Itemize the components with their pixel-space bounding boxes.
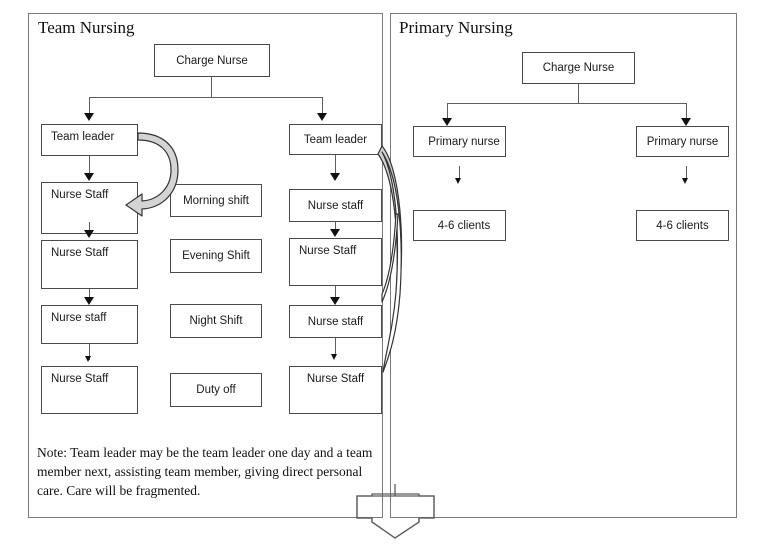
down-arrow-icon	[442, 118, 452, 126]
down-arrow-icon	[84, 173, 94, 181]
box-label: Charge Nurse	[542, 62, 615, 74]
note-text: Note: Team leader may be the team leader…	[37, 445, 373, 499]
box-label: Nurse Staff	[306, 373, 365, 385]
box-shift-evening: Evening Shift	[170, 239, 262, 273]
panel-primary-nursing	[390, 13, 737, 518]
connector-primary-right	[685, 103, 687, 119]
box-label: 4-6 clients	[656, 219, 709, 232]
box-nurse-staff-left-2: Nurse Staff	[41, 240, 138, 289]
connector-charge-stem	[211, 77, 213, 97]
down-arrow-icon	[455, 178, 461, 184]
box-label: Nurse staff	[307, 199, 364, 212]
box-label: Primary nurse	[428, 135, 500, 148]
box-primary-nurse-left: Primary nurse	[413, 126, 506, 157]
box-nurse-staff-right-2: Nurse Staff	[289, 238, 382, 286]
panel-title-primary-nursing: Primary Nursing	[399, 18, 513, 37]
connector-primary-bus	[447, 103, 686, 105]
down-arrow-icon	[84, 230, 94, 238]
box-shift-duty-off: Duty off	[170, 373, 262, 407]
box-team-leader-right: Team leader	[289, 124, 382, 155]
box-label: Nurse Staff	[299, 245, 357, 257]
box-label: Night Shift	[189, 315, 243, 327]
box-label: Charge Nurse	[176, 54, 248, 67]
box-clients-right: 4-6 clients	[636, 210, 729, 241]
panel-title-team-nursing: Team Nursing	[38, 18, 135, 37]
box-label: Morning shift	[183, 194, 249, 207]
box-charge-nurse-team: Charge Nurse	[154, 44, 270, 77]
connector-primary-charge-stem	[578, 84, 580, 103]
down-arrow-icon	[682, 178, 688, 184]
box-shift-morning: Morning shift	[170, 184, 262, 217]
box-label: Nurse staff	[51, 312, 107, 324]
down-arrow-icon	[84, 297, 94, 305]
connector-to-right-leader	[321, 97, 323, 114]
box-label: Evening Shift	[182, 250, 250, 262]
down-arrow-icon	[330, 297, 340, 305]
box-label: Nurse Staff	[51, 189, 109, 201]
diagram-canvas: Team Nursing Charge Nurse Team leader Nu…	[0, 0, 768, 544]
down-arrow-icon	[330, 229, 340, 237]
box-nurse-staff-left-4: Nurse Staff	[41, 366, 138, 414]
box-nurse-staff-left-3: Nurse staff	[41, 305, 138, 344]
down-arrow-icon	[317, 113, 327, 121]
box-label: 4-6 clients	[437, 219, 491, 232]
connector-right-1	[334, 155, 336, 174]
box-clients-left: 4-6 clients	[413, 210, 506, 241]
box-team-leader-left: Team leader	[41, 124, 138, 156]
down-arrow-icon	[681, 118, 691, 126]
down-arrow-icon	[331, 354, 337, 360]
connector-charge-bus	[89, 97, 323, 99]
connector-to-left-leader	[88, 97, 90, 114]
box-label: Primary nurse	[646, 135, 719, 148]
box-label: Nurse Staff	[51, 247, 109, 259]
box-label: Team leader	[51, 131, 115, 143]
down-arrow-icon	[330, 173, 340, 181]
box-nurse-staff-right-1: Nurse staff	[289, 189, 382, 222]
box-primary-nurse-right: Primary nurse	[636, 126, 729, 157]
box-label: Nurse staff	[307, 315, 364, 328]
box-label: Nurse Staff	[51, 373, 109, 385]
box-nurse-staff-right-4: Nurse Staff	[289, 366, 382, 414]
box-shift-night: Night Shift	[170, 304, 262, 338]
box-nurse-staff-right-3: Nurse staff	[289, 305, 382, 338]
box-label: Duty off	[196, 384, 236, 396]
box-label: Team leader	[303, 133, 368, 146]
connector-primary-left	[446, 103, 448, 119]
down-arrow-icon	[84, 113, 94, 121]
connector-left-1	[88, 156, 90, 174]
box-charge-nurse-primary: Charge Nurse	[522, 52, 635, 84]
down-arrow-icon	[85, 356, 91, 362]
